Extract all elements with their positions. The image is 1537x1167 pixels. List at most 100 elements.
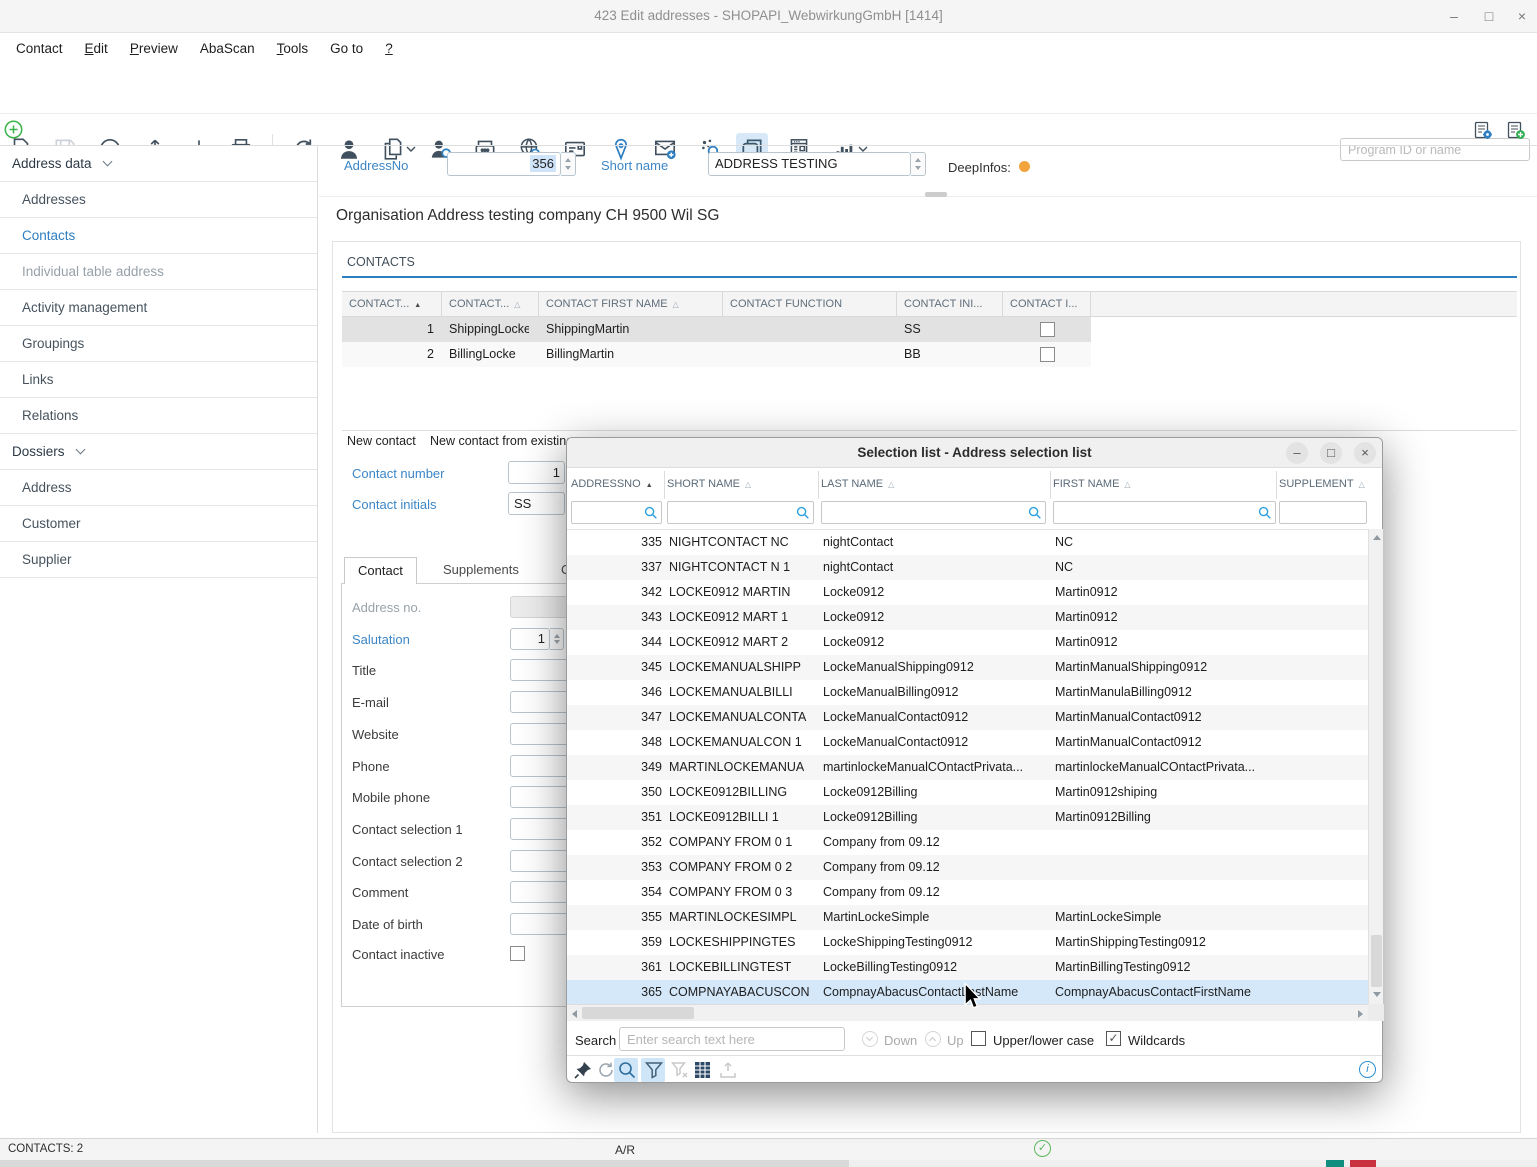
contacts-column-header-2[interactable]: CONTACT FIRST NAME△ [539,292,723,317]
dialog-row-361[interactable]: 361LOCKEBILLINGTESTLockeBillingTesting09… [567,955,1368,980]
tab-supplements[interactable]: Supplements [430,557,532,584]
dialog-row-351[interactable]: 351LOCKE0912BILLI 1Locke0912BillingMarti… [567,805,1368,830]
sidebar-item-groupings[interactable]: Groupings [0,326,317,362]
dialog-row-349[interactable]: 349MARTINLOCKEMANUAmartinlockeManualCOnt… [567,755,1368,780]
sidebar-item-address[interactable]: Address [0,470,317,506]
dialog-filter-last-name[interactable] [821,501,1046,524]
splitter-handle[interactable] [925,192,947,197]
search-down-label[interactable]: Down [884,1033,917,1048]
sidebar-section-dossiers[interactable]: Dossiers [0,434,317,470]
sidebar-item-addresses[interactable]: Addresses [0,182,317,218]
contacts-row-2[interactable]: 2BillingLockeBillingMartinBB [342,342,1091,367]
search-up-label[interactable]: Up [947,1033,964,1048]
scroll-up-arrow[interactable] [1373,535,1381,540]
vscroll-thumb[interactable] [1371,935,1382,987]
dialog-row-344[interactable]: 344LOCKE0912 MART 2Locke0912Martin0912 [567,630,1368,655]
contact-number-input[interactable]: 1 [508,461,565,484]
dialog-vertical-scrollbar[interactable] [1368,529,1383,1004]
contacts-column-header-4[interactable]: CONTACT INI... [897,292,1003,317]
contact-initials-input[interactable]: SS [508,492,565,515]
dialog-row-350[interactable]: 350LOCKE0912BILLINGLocke0912BillingMarti… [567,780,1368,805]
search-mode-icon[interactable] [617,1060,637,1080]
new-contact-link[interactable]: New contact [347,431,416,451]
dialog-row-347[interactable]: 347LOCKEMANUALCONTALockeManualContact091… [567,705,1368,730]
dialog-row-343[interactable]: 343LOCKE0912 MART 1Locke0912Martin0912 [567,605,1368,630]
sidebar-item-customer[interactable]: Customer [0,506,317,542]
dialog-maximize-button[interactable]: □ [1320,442,1342,464]
window-minimize-button[interactable]: – [1443,5,1465,27]
scroll-down-arrow[interactable] [1373,992,1381,997]
search-down-icon[interactable] [862,1031,878,1047]
dialog-column-header-short-name[interactable]: SHORT NAME△ [667,478,751,490]
dialog-search-input[interactable] [619,1027,845,1051]
main-contact-checkbox[interactable] [1040,347,1055,362]
dialog-column-header-supplement[interactable]: SUPPLEMENT△ [1279,478,1365,490]
refresh-list-icon[interactable] [596,1060,616,1080]
hscroll-thumb[interactable] [582,1007,694,1019]
search-up-icon[interactable] [925,1031,941,1047]
add-circle-icon[interactable] [4,120,23,139]
menu-item-contact[interactable]: Contact [5,37,74,60]
window-maximize-button[interactable]: □ [1478,5,1500,27]
menu-item-preview[interactable]: Preview [119,37,189,60]
dialog-filter-first-name[interactable] [1053,501,1276,524]
main-contact-checkbox[interactable] [1040,322,1055,337]
dialog-row-342[interactable]: 342LOCKE0912 MARTINLocke0912Martin0912 [567,580,1368,605]
wildcards-checkbox[interactable]: ✓ [1106,1031,1121,1046]
menu-item-go-to[interactable]: Go to [319,37,374,60]
dialog-filter-short-name[interactable] [667,501,814,524]
dialog-row-353[interactable]: 353COMPANY FROM 0 2Company from 09.12 [567,855,1368,880]
dialog-minimize-button[interactable]: – [1286,442,1308,464]
dialog-titlebar[interactable]: Selection list - Address selection list … [567,438,1382,468]
dialog-row-354[interactable]: 354COMPANY FROM 0 3Company from 09.12 [567,880,1368,905]
dialog-row-346[interactable]: 346LOCKEMANUALBILLILockeManualBilling091… [567,680,1368,705]
dialog-filter-addressno[interactable] [571,501,662,524]
sidebar-item-links[interactable]: Links [0,362,317,398]
sidebar-item-supplier[interactable]: Supplier [0,542,317,578]
dialog-column-header-last-name[interactable]: LAST NAME△ [821,478,894,490]
dialog-row-355[interactable]: 355MARTINLOCKESIMPLMartinLockeSimpleMart… [567,905,1368,930]
contacts-column-header-5[interactable]: CONTACT I... [1003,292,1091,317]
dialog-row-337[interactable]: 337NIGHTCONTACT N 1nightContactNC [567,555,1368,580]
contacts-row-1[interactable]: 1ShippingLockeShippingMartinSS [342,317,1091,342]
contact-inactive-checkbox[interactable] [510,946,525,961]
sidebar-item-individual-table-address[interactable]: Individual table address [0,254,317,290]
info-icon[interactable]: i [1359,1061,1376,1078]
program-new-icon[interactable] [1507,121,1526,140]
filter-icon[interactable] [644,1060,664,1080]
menu-item-edit[interactable]: Edit [74,37,119,60]
dialog-filter-supplement[interactable] [1279,501,1367,524]
sidebar-item-contacts[interactable]: Contacts [0,218,317,254]
dialog-row-345[interactable]: 345LOCKEMANUALSHIPPLockeManualShipping09… [567,655,1368,680]
dialog-close-button[interactable]: × [1354,442,1376,464]
field-spinner-salutation[interactable] [550,628,564,650]
dialog-column-header-addressno[interactable]: ADDRESSNO▲ [571,478,653,490]
addressno-spinner[interactable] [561,152,576,176]
new-contact-from-existing-link[interactable]: New contact from existing [430,431,573,451]
contacts-column-header-1[interactable]: CONTACT...△ [442,292,539,317]
grid-view-icon[interactable] [693,1060,713,1080]
window-close-button[interactable]: × [1511,5,1533,27]
short-name-input[interactable]: ADDRESS TESTING [708,152,911,176]
dialog-column-header-first-name[interactable]: FIRST NAME△ [1053,478,1131,490]
dialog-row-348[interactable]: 348LOCKEMANUALCON 1LockeManualContact091… [567,730,1368,755]
dialog-row-352[interactable]: 352COMPANY FROM 0 1Company from 09.12 [567,830,1368,855]
contacts-column-header-0[interactable]: CONTACT...▲ [342,292,442,317]
program-search-input[interactable] [1340,138,1530,161]
contacts-column-header-3[interactable]: CONTACT FUNCTION [723,292,897,317]
tab-contact[interactable]: Contact [344,557,417,584]
field-input-salutation[interactable]: 1 [510,628,550,650]
upper-lower-case-checkbox[interactable] [971,1031,986,1046]
dialog-row-359[interactable]: 359LOCKESHIPPINGTESLockeShippingTesting0… [567,930,1368,955]
scroll-left-arrow[interactable] [572,1010,577,1018]
menu-item-tools[interactable]: Tools [266,37,320,60]
pin-icon[interactable] [573,1060,593,1080]
sidebar-section-address-data[interactable]: Address data [0,146,317,182]
sidebar-item-relations[interactable]: Relations [0,398,317,434]
copy-dropdown-icon[interactable] [406,146,416,154]
sidebar-item-activity-management[interactable]: Activity management [0,290,317,326]
program-settings-icon[interactable] [1474,121,1493,140]
dialog-row-335[interactable]: 335NIGHTCONTACT NCnightContactNC [567,530,1368,555]
scroll-right-arrow[interactable] [1358,1010,1363,1018]
menu-item-item[interactable]: ? [374,37,404,60]
